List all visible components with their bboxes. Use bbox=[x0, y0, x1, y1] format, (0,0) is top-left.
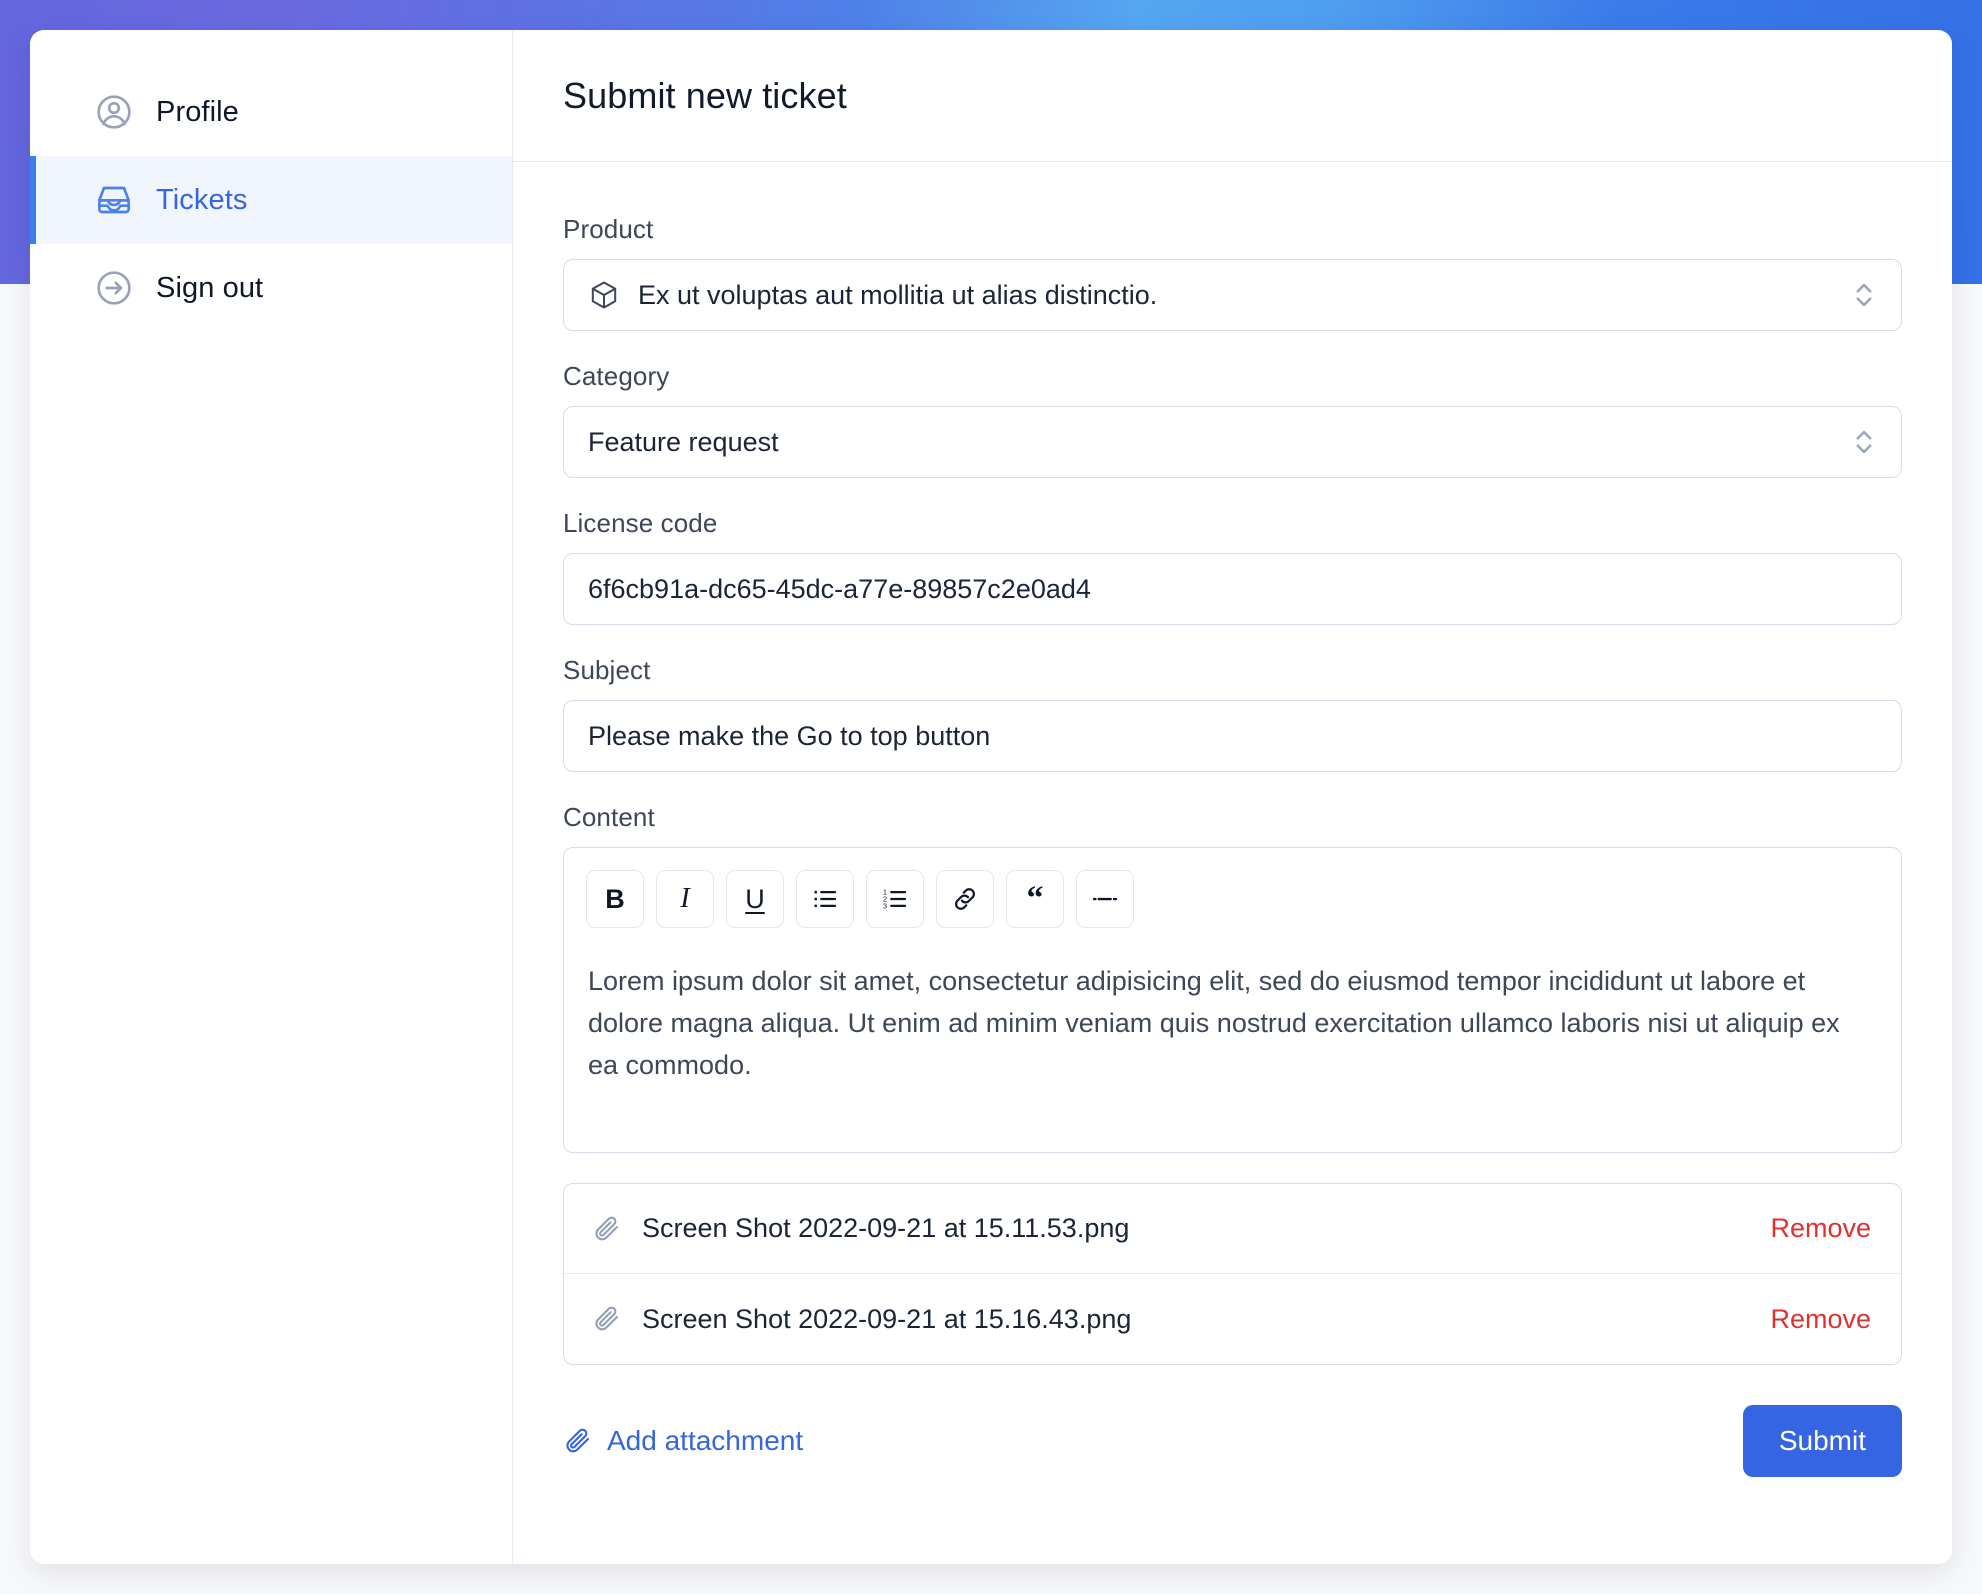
add-attachment-label: Add attachment bbox=[607, 1425, 804, 1456]
page-title: Submit new ticket bbox=[563, 74, 847, 116]
app-card: Profile Tickets Sign out Submit new tick… bbox=[30, 30, 1952, 1564]
user-circle-icon bbox=[94, 92, 134, 132]
add-attachment-button[interactable]: Add attachment bbox=[563, 1425, 803, 1457]
underline-button[interactable]: U bbox=[726, 870, 784, 928]
rich-text-editor: B I U 1 2 3 “ Lorem ipsum dolor sit amet… bbox=[563, 847, 1902, 1153]
svg-text:3: 3 bbox=[883, 902, 887, 911]
license-code-label: License code bbox=[563, 508, 718, 538]
bold-glyph: B bbox=[605, 883, 625, 914]
sidebar: Profile Tickets Sign out bbox=[30, 30, 513, 1564]
attachment-row: Screen Shot 2022-09-21 at 15.11.53.png R… bbox=[564, 1184, 1901, 1274]
subject-value: Please make the Go to top button bbox=[588, 720, 991, 751]
subject-field-group: Subject Please make the Go to top button bbox=[563, 655, 1902, 772]
remove-attachment-button[interactable]: Remove bbox=[1770, 1304, 1871, 1335]
subject-input[interactable]: Please make the Go to top button bbox=[563, 700, 1902, 772]
paperclip-icon bbox=[563, 1426, 593, 1456]
attachment-filename: Screen Shot 2022-09-21 at 15.11.53.png bbox=[642, 1213, 1130, 1243]
editor-toolbar: B I U 1 2 3 “ bbox=[564, 848, 1901, 942]
category-select[interactable]: Feature request bbox=[563, 406, 1902, 478]
sidebar-item-sign-out[interactable]: Sign out bbox=[30, 244, 512, 332]
editor-content-area[interactable]: Lorem ipsum dolor sit amet, consectetur … bbox=[564, 942, 1901, 1152]
attachment-list: Screen Shot 2022-09-21 at 15.11.53.png R… bbox=[563, 1183, 1902, 1365]
arrow-right-circle-icon bbox=[94, 268, 134, 308]
content-field-group: Content B I U 1 2 3 “ Lorem ipsum dolor … bbox=[563, 802, 1902, 1153]
bullet-list-icon bbox=[810, 884, 840, 914]
sidebar-item-tickets[interactable]: Tickets bbox=[30, 156, 512, 244]
license-code-value: 6f6cb91a-dc65-45dc-a77e-89857c2e0ad4 bbox=[588, 573, 1091, 604]
license-code-field-group: License code 6f6cb91a-dc65-45dc-a77e-898… bbox=[563, 508, 1902, 625]
product-select[interactable]: Ex ut voluptas aut mollitia ut alias dis… bbox=[563, 259, 1902, 331]
sidebar-item-label: Tickets bbox=[156, 183, 248, 216]
italic-glyph: I bbox=[680, 883, 690, 914]
horizontal-rule-button[interactable] bbox=[1076, 870, 1134, 928]
paperclip-icon bbox=[592, 1304, 622, 1334]
bullet-list-button[interactable] bbox=[796, 870, 854, 928]
product-field-group: Product Ex ut voluptas aut mollitia ut a… bbox=[563, 214, 1902, 331]
sidebar-item-profile[interactable]: Profile bbox=[30, 68, 512, 156]
page-header: Submit new ticket bbox=[513, 30, 1952, 162]
main-panel: Submit new ticket Product Ex ut voluptas… bbox=[513, 30, 1952, 1564]
subject-label: Subject bbox=[563, 655, 651, 685]
ticket-form: Product Ex ut voluptas aut mollitia ut a… bbox=[513, 162, 1952, 1564]
sidebar-item-label: Profile bbox=[156, 95, 239, 128]
license-code-input[interactable]: 6f6cb91a-dc65-45dc-a77e-89857c2e0ad4 bbox=[563, 553, 1902, 625]
cube-icon bbox=[588, 279, 620, 311]
product-label: Product bbox=[563, 214, 654, 244]
inbox-icon bbox=[94, 180, 134, 220]
sidebar-item-label: Sign out bbox=[156, 271, 264, 304]
link-icon bbox=[950, 884, 980, 914]
numbered-list-button[interactable]: 1 2 3 bbox=[866, 870, 924, 928]
paperclip-icon bbox=[592, 1214, 622, 1244]
category-value: Feature request bbox=[588, 426, 779, 457]
editor-body-text: Lorem ipsum dolor sit amet, consectetur … bbox=[588, 966, 1840, 1081]
form-actions: Add attachment Submit bbox=[563, 1365, 1902, 1477]
remove-attachment-button[interactable]: Remove bbox=[1770, 1213, 1871, 1244]
underline-glyph: U bbox=[745, 883, 765, 914]
category-field-group: Category Feature request bbox=[563, 361, 1902, 478]
content-label: Content bbox=[563, 802, 655, 832]
quote-glyph: “ bbox=[1026, 880, 1044, 918]
blockquote-button[interactable]: “ bbox=[1006, 870, 1064, 928]
bold-button[interactable]: B bbox=[586, 870, 644, 928]
submit-button[interactable]: Submit bbox=[1742, 1405, 1902, 1477]
chevron-up-down-icon bbox=[1853, 278, 1875, 312]
numbered-list-icon: 1 2 3 bbox=[880, 884, 910, 914]
product-value: Ex ut voluptas aut mollitia ut alias dis… bbox=[638, 279, 1158, 310]
category-label: Category bbox=[563, 361, 670, 391]
chevron-up-down-icon bbox=[1853, 425, 1875, 459]
attachment-row: Screen Shot 2022-09-21 at 15.16.43.png R… bbox=[564, 1274, 1901, 1364]
horizontal-rule-icon bbox=[1090, 884, 1120, 914]
attachment-filename: Screen Shot 2022-09-21 at 15.16.43.png bbox=[642, 1303, 1132, 1334]
link-button[interactable] bbox=[936, 870, 994, 928]
italic-button[interactable]: I bbox=[656, 870, 714, 928]
